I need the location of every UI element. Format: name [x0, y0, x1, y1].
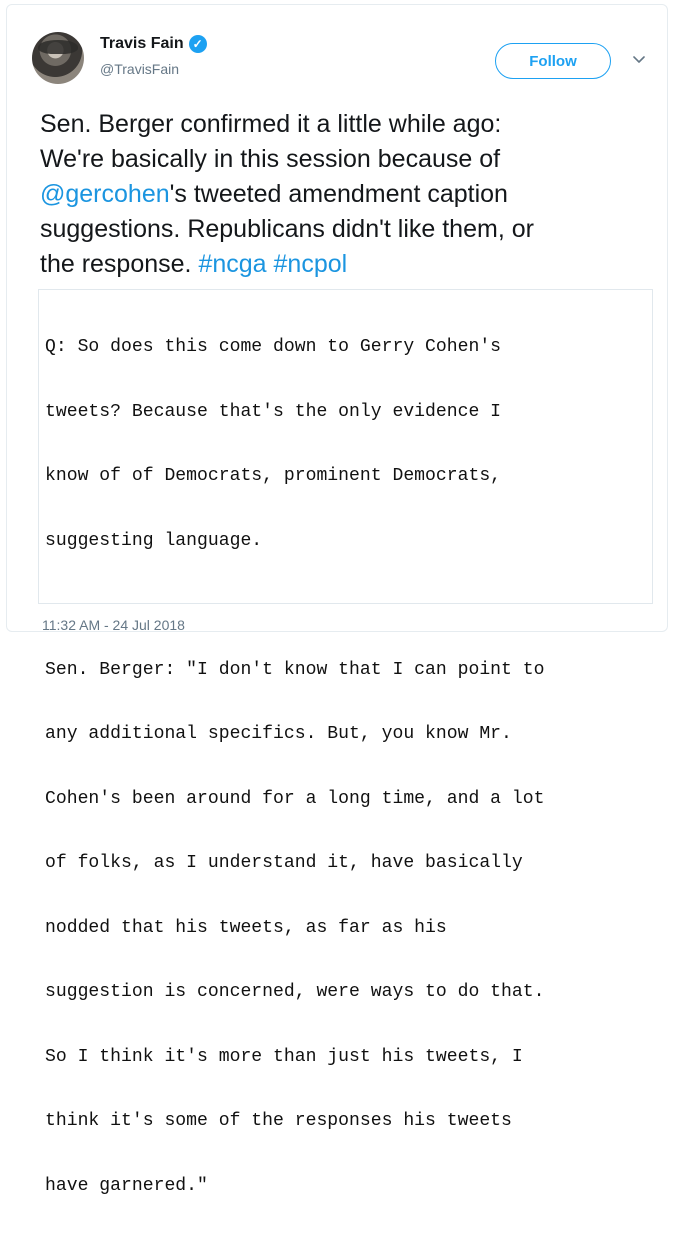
verified-badge-icon: ✓: [188, 35, 207, 53]
avatar[interactable]: [32, 32, 84, 84]
quote-line: Cohen's been around for a long time, and…: [45, 788, 545, 809]
author-name-row: Travis Fain ✓: [100, 35, 207, 53]
quote-line: any additional specifics. But, you know …: [45, 724, 512, 744]
tweet-timestamp[interactable]: 11:32 AM - 24 Jul 2018: [42, 617, 185, 633]
quote-line: know of of Democrats, prominent Democrat…: [45, 466, 502, 486]
author-name[interactable]: Travis Fain: [100, 35, 184, 53]
quote-line: tweets? Because that's the only evidence…: [45, 401, 502, 422]
quote-line: have garnered.": [45, 1175, 208, 1196]
tweet-line: the response. #ncga #ncpol: [40, 247, 660, 282]
tweet-line-text: 's tweeted amendment caption: [169, 180, 508, 208]
tweet-card: Travis Fain ✓ @TravisFain Follow Sen. Be…: [6, 4, 668, 1196]
mention-link[interactable]: @gercohen: [40, 180, 170, 208]
hashtag-link[interactable]: #ncpol: [274, 250, 348, 278]
tweet-line: suggestions. Republicans didn't like the…: [40, 215, 534, 243]
quote-line: So I think it's more than just his tweet…: [45, 1046, 523, 1067]
quote-line: suggestion is concerned, were ways to do…: [45, 982, 545, 1002]
author-handle[interactable]: @TravisFain: [100, 61, 179, 77]
tweet-text: Sen. Berger confirmed it a little while …: [40, 107, 660, 282]
attached-image[interactable]: Q: So does this come down to Gerry Cohen…: [38, 289, 653, 1196]
hashtag-link[interactable]: #ncga: [198, 250, 266, 278]
quote-line: of folks, as I understand it, have basic…: [45, 853, 523, 873]
tweet-line: @gercohen's tweeted amendment caption: [40, 177, 660, 212]
quote-line: Sen. Berger: "I don't know that I can po…: [45, 659, 545, 680]
quote-line: think it's some of the responses his twe…: [45, 1111, 512, 1131]
quote-line-blank: [45, 595, 649, 617]
tweet-line: We're basically in this session because …: [40, 145, 501, 173]
tweet-line-text: the response.: [40, 250, 199, 278]
quote-line: suggesting language.: [45, 530, 263, 551]
quote-line: Q: So does this come down to Gerry Cohen…: [45, 337, 502, 357]
quote-line: nodded that his tweets, as far as his: [45, 917, 447, 938]
chevron-down-icon[interactable]: [631, 51, 647, 67]
quote-transcript: Q: So does this come down to Gerry Cohen…: [45, 294, 649, 1240]
follow-button[interactable]: Follow: [495, 43, 611, 79]
tweet-line: Sen. Berger confirmed it a little while …: [40, 110, 502, 138]
